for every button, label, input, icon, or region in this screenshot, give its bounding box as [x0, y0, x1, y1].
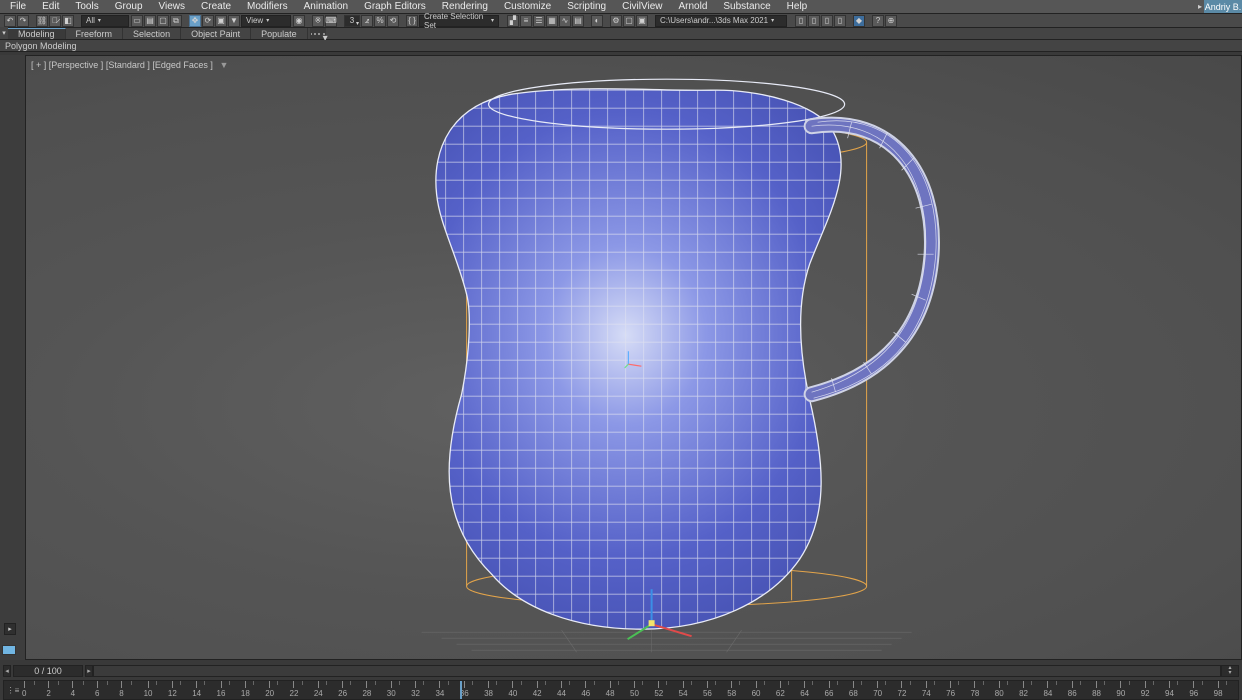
snap-toggle-button[interactable]: 3▾: [344, 15, 360, 27]
help-button[interactable]: ?: [872, 15, 884, 27]
window-crossing-button[interactable]: ⧉: [170, 15, 182, 27]
mirror-button[interactable]: ▞: [507, 15, 519, 27]
ribbon-tabs: ▾ Modeling Freeform Selection Object Pai…: [0, 28, 1242, 40]
menu-views[interactable]: Views: [153, 1, 192, 12]
time-track[interactable]: [93, 665, 1221, 677]
menu-substance[interactable]: Substance: [717, 1, 776, 12]
menu-scripting[interactable]: Scripting: [561, 1, 612, 12]
viewport-label-edge[interactable]: [Edged Faces ]: [152, 60, 213, 70]
selection-set-dropdown[interactable]: Create Selection Set▾: [419, 15, 499, 27]
ribbon-dropdown-icon[interactable]: ▾: [0, 27, 8, 39]
align-button[interactable]: ≡: [520, 15, 532, 27]
edit-selection-set-button[interactable]: { }: [406, 15, 418, 27]
project-path[interactable]: C:\Users\andr...\3ds Max 2021▾: [655, 15, 787, 27]
menu-grapheditors[interactable]: Graph Editors: [358, 1, 432, 12]
reset-project-button[interactable]: ▯: [808, 15, 820, 27]
bind-space-button[interactable]: ◧: [62, 15, 74, 27]
refcoord-dropdown[interactable]: View▾: [241, 15, 291, 27]
menu-create[interactable]: Create: [195, 1, 237, 12]
menu-group[interactable]: Group: [109, 1, 149, 12]
schematic-button[interactable]: ▤: [572, 15, 584, 27]
undo-button[interactable]: ↶: [4, 15, 16, 27]
menu-animation[interactable]: Animation: [298, 1, 354, 12]
menu-tools[interactable]: Tools: [69, 1, 104, 12]
select-object-button[interactable]: ▭: [131, 15, 143, 27]
viewport-label-view[interactable]: [Perspective ]: [49, 60, 104, 70]
unlink-button[interactable]: ⛓̷: [49, 15, 61, 27]
ribbon-panel-label[interactable]: Polygon Modeling: [0, 40, 1242, 52]
time-end-spinner[interactable]: ▴▾: [1221, 665, 1239, 677]
axis-tripod-icon: [624, 348, 644, 368]
trackbar-menu-icon[interactable]: ⋮≡: [4, 681, 22, 699]
curve-editor-button[interactable]: ∿: [559, 15, 571, 27]
menubar: File Edit Tools Group Views Create Modif…: [0, 0, 1242, 13]
menu-civilview[interactable]: CivilView: [616, 1, 668, 12]
ribbon-tab-freeform[interactable]: Freeform: [66, 28, 124, 39]
viewport-label-menu[interactable]: [ + ]: [31, 60, 46, 70]
viewport[interactable]: [ + ] [Perspective ] [Standard ] [Edged …: [25, 55, 1242, 660]
time-tag-chip[interactable]: [2, 645, 16, 655]
angle-snap-button[interactable]: ⦨: [361, 15, 373, 27]
left-command-strip: ▸: [0, 55, 25, 660]
link-button[interactable]: ⛓: [36, 15, 48, 27]
manipulate-button[interactable]: ※: [312, 15, 324, 27]
ribbon-overflow-icon[interactable]: ▾: [310, 28, 326, 39]
account-badge[interactable]: Andriy B.: [1204, 0, 1242, 13]
project-browser-button[interactable]: ▯: [834, 15, 846, 27]
trackbar-scale[interactable]: 0246810121416182022242628303234363840424…: [22, 681, 1238, 699]
use-pivot-button[interactable]: ◉: [293, 15, 305, 27]
select-region-rect-button[interactable]: ▢: [157, 15, 169, 27]
material-editor-button[interactable]: ◐: [591, 15, 603, 27]
playhead[interactable]: [460, 681, 462, 699]
select-place-button[interactable]: ▼: [228, 15, 240, 27]
project-folder-button[interactable]: ▯: [795, 15, 807, 27]
time-current-frame[interactable]: 0 / 100: [13, 665, 83, 677]
menu-help[interactable]: Help: [781, 1, 814, 12]
menu-edit[interactable]: Edit: [36, 1, 65, 12]
time-next-button[interactable]: ▸: [85, 665, 93, 677]
ribbon-tab-objectpaint[interactable]: Object Paint: [181, 28, 251, 39]
menu-customize[interactable]: Customize: [498, 1, 557, 12]
autoback-button[interactable]: ▯: [821, 15, 833, 27]
ribbon-tab-populate[interactable]: Populate: [251, 28, 308, 39]
viewport-label[interactable]: [ + ] [Perspective ] [Standard ] [Edged …: [31, 60, 229, 70]
scene-pitcher: [211, 55, 1091, 660]
viewport-label-shading[interactable]: [Standard ]: [106, 60, 150, 70]
keyboard-shortcut-button[interactable]: ⌨: [325, 15, 337, 27]
menu-file[interactable]: File: [4, 1, 32, 12]
trackbar[interactable]: ⋮≡ 0246810121416182022242628303234363840…: [3, 680, 1239, 700]
ribbon-tab-modeling[interactable]: Modeling: [8, 28, 66, 39]
world-button[interactable]: ⊕: [885, 15, 897, 27]
select-move-button[interactable]: ✥: [189, 15, 201, 27]
spinner-snap-button[interactable]: ⟲: [387, 15, 399, 27]
select-scale-button[interactable]: ▣: [215, 15, 227, 27]
main-toolbar: ↶ ↷ ⛓ ⛓̷ ◧ All▾ ▭ ▤ ▢ ⧉ ✥ ⟳ ▣ ▼ View▾ ◉ …: [0, 13, 1242, 28]
open-autodesk-button[interactable]: ◆: [853, 15, 865, 27]
expand-trackbar-button[interactable]: ▸: [4, 623, 16, 635]
time-prev-button[interactable]: ◂: [3, 665, 11, 677]
render-setup-button[interactable]: ⚙: [610, 15, 622, 27]
menu-rendering[interactable]: Rendering: [436, 1, 494, 12]
percent-snap-button[interactable]: %: [374, 15, 386, 27]
select-name-button[interactable]: ▤: [144, 15, 156, 27]
render-frame-button[interactable]: ▢: [623, 15, 635, 27]
menu-modifiers[interactable]: Modifiers: [241, 1, 294, 12]
ribbon-tab-selection[interactable]: Selection: [123, 28, 181, 39]
time-slider[interactable]: ◂ 0 / 100 ▸ ▴▾: [3, 664, 1239, 678]
select-rotate-button[interactable]: ⟳: [202, 15, 214, 27]
redo-button[interactable]: ↷: [17, 15, 29, 27]
toggle-ribbon-button[interactable]: ▦: [546, 15, 558, 27]
selection-filter-dropdown[interactable]: All▾: [81, 15, 129, 27]
menu-arnold[interactable]: Arnold: [672, 1, 713, 12]
render-last-button[interactable]: ▣: [636, 15, 648, 27]
layer-explorer-button[interactable]: ☰: [533, 15, 545, 27]
